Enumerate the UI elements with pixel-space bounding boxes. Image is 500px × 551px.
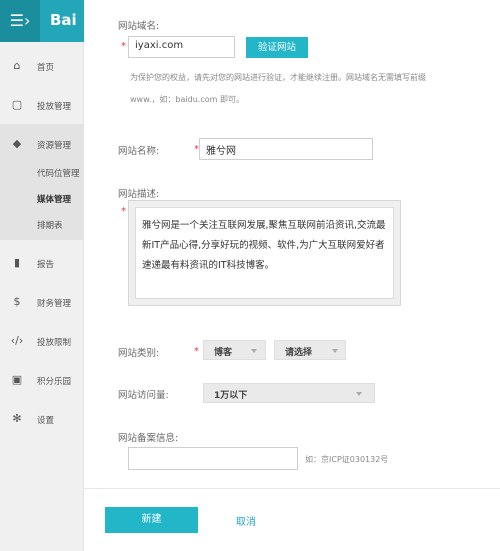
site-icp-input[interactable] [128, 447, 298, 470]
site-category-value: 博客 [214, 348, 233, 358]
site-traffic-label: 网站访问量: [118, 390, 169, 401]
required-mark: * [121, 41, 126, 52]
chevron-down-icon [356, 392, 362, 396]
code-icon: ‹/› [10, 334, 24, 347]
cube-icon: ◆ [12, 137, 22, 150]
sidebar-item-label: 报告 [37, 260, 55, 270]
chevron-down-icon [332, 349, 338, 353]
sidebar-header: ☰› Bai [0, 0, 84, 42]
sidebar-subitem-schedule[interactable]: 排期表 [37, 219, 63, 231]
site-name-input[interactable]: 雅兮网 [199, 138, 373, 160]
site-description-box: 雅兮网是一个关注互联网发展,聚焦互联网前沿资讯,交流最新IT产品心得,分享好玩的… [128, 200, 401, 306]
create-button[interactable]: 新建 [105, 507, 198, 533]
site-subcategory-select[interactable]: 请选择 [274, 340, 346, 360]
domain-hint-line-1: 为保护您的权益，请先对您的网站进行验证，才能继续注册。网站域名无需填写前缀 [130, 73, 426, 82]
cancel-button[interactable]: 取消 [236, 513, 256, 528]
sidebar-item-resource-management[interactable]: ◆ 资源管理 [0, 134, 84, 156]
menu-icon[interactable]: ☰› [0, 0, 40, 42]
site-category-select[interactable]: 博客 [203, 340, 266, 360]
domain-hint-line-2: www.，如：baidu.com 即可。 [130, 95, 244, 104]
sidebar-item-ad-management[interactable]: ▢ 投放管理 [0, 95, 84, 117]
site-subcategory-value: 请选择 [285, 348, 313, 358]
sidebar-item-label: 资源管理 [37, 141, 72, 151]
gear-icon: ✻ [12, 412, 22, 425]
sidebar-item-label: 投放限制 [37, 338, 72, 348]
site-description-label: 网站描述: [118, 189, 160, 200]
site-category-label: 网站类别: [118, 348, 160, 359]
sidebar-item-points[interactable]: ▣ 积分乐园 [0, 370, 84, 392]
required-mark: * [121, 206, 126, 217]
sidebar-item-label: 设置 [37, 416, 55, 426]
verify-site-button[interactable]: 验证网站 [246, 37, 308, 58]
divider [84, 488, 500, 489]
domain-label: 网站域名: [118, 21, 160, 32]
icp-hint: 如：京ICP证030132号 [305, 455, 389, 464]
bar-chart-icon: ▮ [13, 256, 21, 269]
sidebar-subitem-code-slots[interactable]: 代码位管理 [37, 167, 80, 179]
sidebar-item-label: 首页 [37, 63, 55, 73]
sidebar-item-settings[interactable]: ✻ 设置 [0, 409, 84, 431]
home-icon: ⌂ [13, 59, 21, 72]
chevron-down-icon [251, 349, 257, 353]
site-icp-label: 网站备案信息: [118, 433, 179, 444]
domain-input[interactable]: iyaxi.com [128, 36, 235, 58]
dollar-icon: $ [13, 295, 21, 308]
sidebar-item-finance[interactable]: $ 财务管理 [0, 292, 84, 314]
sidebar-item-home[interactable]: ⌂ 首页 [0, 56, 84, 78]
sidebar-item-label: 财务管理 [37, 299, 72, 309]
site-traffic-select[interactable]: 1万以下 [203, 383, 375, 403]
gift-icon: ▣ [11, 373, 23, 386]
screen-icon: ▢ [11, 98, 23, 111]
logo: Bai [50, 11, 77, 29]
site-description-textarea[interactable]: 雅兮网是一个关注互联网发展,聚焦互联网前沿资讯,交流最新IT产品心得,分享好玩的… [135, 207, 394, 299]
sidebar-item-reports[interactable]: ▮ 报告 [0, 253, 84, 275]
site-name-label: 网站名称: [118, 146, 160, 157]
sidebar-item-restrictions[interactable]: ‹/› 投放限制 [0, 331, 84, 353]
site-traffic-value: 1万以下 [214, 391, 248, 401]
sidebar-item-label: 积分乐园 [37, 377, 72, 387]
required-mark: * [194, 346, 199, 357]
sidebar-item-label: 投放管理 [37, 102, 72, 112]
sidebar-subitem-media[interactable]: 媒体管理 [37, 193, 71, 205]
sidebar: ☰› Bai ⌂ 首页 ▢ 投放管理 ◆ 资源管理 代码位管理 媒体管理 排期表… [0, 0, 84, 551]
